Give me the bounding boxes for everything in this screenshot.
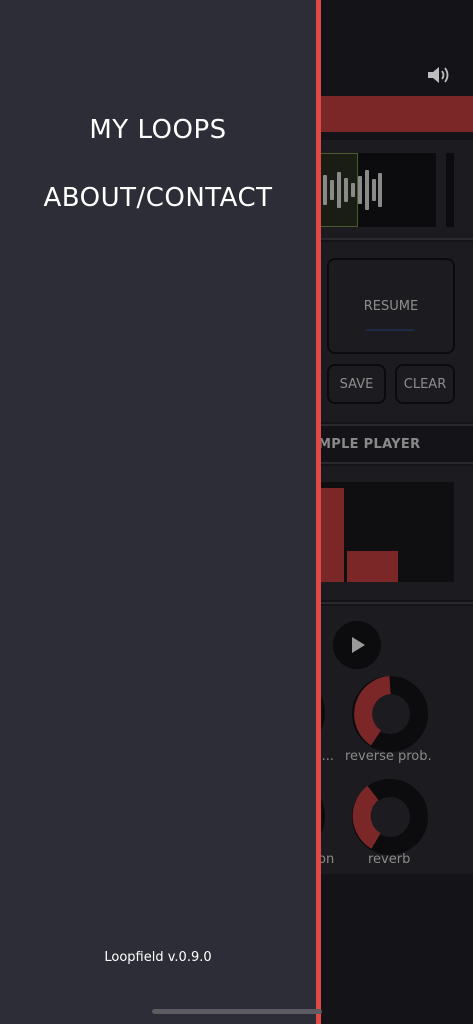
reverse-prob-knob[interactable] (352, 676, 428, 752)
knob-label-reverb: reverb (368, 852, 411, 867)
header-red-bar (318, 96, 473, 132)
waveform-bar (372, 179, 376, 201)
resume-button[interactable]: RESUME (327, 258, 455, 354)
play-icon (352, 637, 365, 653)
knob-label-reverse-prob: reverse prob. (345, 749, 432, 764)
save-button[interactable]: SAVE (327, 364, 386, 404)
navigation-drawer: MY LOOPS ABOUT/CONTACT Loopfield v.0.9.0 (0, 0, 316, 1024)
section-title-sample-player: MPLE PLAYER (318, 437, 421, 452)
waveform-bar (378, 173, 382, 207)
reverb-knob[interactable] (352, 779, 428, 855)
waveform-scroll-strip[interactable] (446, 153, 454, 227)
clear-button[interactable]: CLEAR (395, 364, 455, 404)
menu-item-my-loops[interactable]: MY LOOPS (0, 115, 316, 145)
sample-bar[interactable] (347, 551, 398, 582)
menu-item-about-contact[interactable]: ABOUT/CONTACT (0, 183, 316, 213)
speaker-icon[interactable] (427, 65, 451, 85)
waveform-bar (337, 172, 341, 208)
divider (318, 602, 473, 604)
waveform-bar (344, 178, 348, 202)
divider (318, 238, 473, 240)
drawer-edge (316, 0, 321, 1024)
waveform-bar (358, 176, 362, 204)
sample-bar[interactable] (318, 488, 344, 582)
home-indicator[interactable] (152, 1009, 322, 1014)
resume-progress-line (366, 329, 414, 331)
waveform-bar (351, 183, 355, 197)
divider (318, 462, 473, 464)
waveform-bar (365, 170, 369, 210)
divider (318, 424, 473, 426)
version-label: Loopfield v.0.9.0 (104, 950, 212, 965)
waveform-bar (323, 175, 327, 205)
waveform-bar (330, 180, 334, 200)
